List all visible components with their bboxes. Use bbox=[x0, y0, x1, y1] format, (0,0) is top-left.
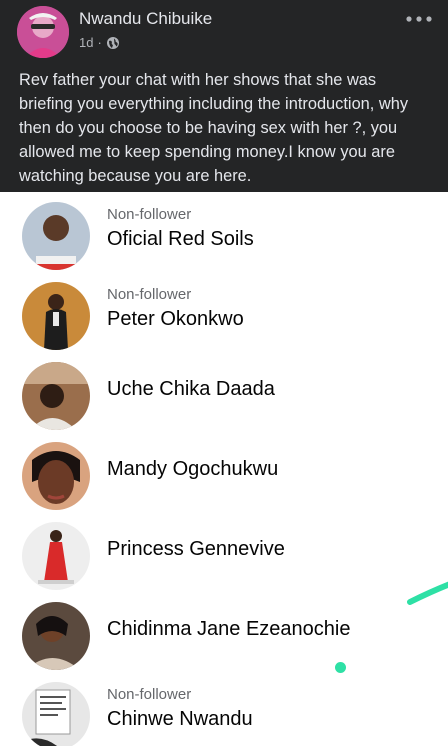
green-dot-mark bbox=[335, 662, 346, 673]
author-avatar[interactable] bbox=[17, 6, 69, 58]
more-horizontal-icon bbox=[406, 16, 432, 22]
list-item[interactable]: Chidinma Jane Ezeanochie bbox=[0, 592, 448, 672]
avatar[interactable] bbox=[22, 602, 90, 670]
post-time[interactable]: 1d bbox=[79, 35, 93, 50]
avatar[interactable] bbox=[22, 282, 90, 350]
green-stroke-mark bbox=[407, 581, 448, 605]
author-name[interactable]: Nwandu Chibuike bbox=[79, 9, 212, 29]
avatar[interactable] bbox=[22, 362, 90, 430]
list-item[interactable]: Princess Gennevive bbox=[0, 512, 448, 592]
post-card: Nwandu Chibuike 1d · Rev father your cha… bbox=[0, 0, 448, 192]
people-list: Non-follower Oficial Red Soils Non-follo… bbox=[0, 192, 448, 746]
list-item[interactable]: Non-follower Oficial Red Soils bbox=[0, 192, 448, 272]
person-name[interactable]: Chidinma Jane Ezeanochie bbox=[107, 618, 351, 641]
list-item[interactable]: Non-follower Peter Okonkwo bbox=[0, 272, 448, 352]
person-name[interactable]: Princess Gennevive bbox=[107, 538, 285, 561]
avatar[interactable] bbox=[22, 682, 90, 746]
person-name[interactable]: Peter Okonkwo bbox=[107, 308, 244, 331]
follower-status: Non-follower bbox=[107, 686, 192, 703]
follower-status: Non-follower bbox=[107, 206, 192, 223]
list-item[interactable]: Uche Chika Daada bbox=[0, 352, 448, 432]
globe-icon bbox=[106, 36, 120, 50]
list-item[interactable]: Non-follower Chinwe Nwandu bbox=[0, 672, 448, 746]
meta-separator: · bbox=[97, 35, 102, 50]
avatar[interactable] bbox=[22, 442, 90, 510]
person-name[interactable]: Uche Chika Daada bbox=[107, 378, 275, 401]
person-name[interactable]: Mandy Ogochukwu bbox=[107, 458, 278, 481]
post-meta: 1d · bbox=[79, 35, 120, 50]
person-name[interactable]: Chinwe Nwandu bbox=[107, 708, 253, 731]
more-options-button[interactable] bbox=[404, 4, 434, 30]
avatar[interactable] bbox=[22, 202, 90, 270]
avatar[interactable] bbox=[22, 522, 90, 590]
post-text: Rev father your chat with her shows that… bbox=[19, 71, 409, 185]
list-item[interactable]: Mandy Ogochukwu bbox=[0, 432, 448, 512]
person-name[interactable]: Oficial Red Soils bbox=[107, 228, 254, 251]
follower-status: Non-follower bbox=[107, 286, 192, 303]
